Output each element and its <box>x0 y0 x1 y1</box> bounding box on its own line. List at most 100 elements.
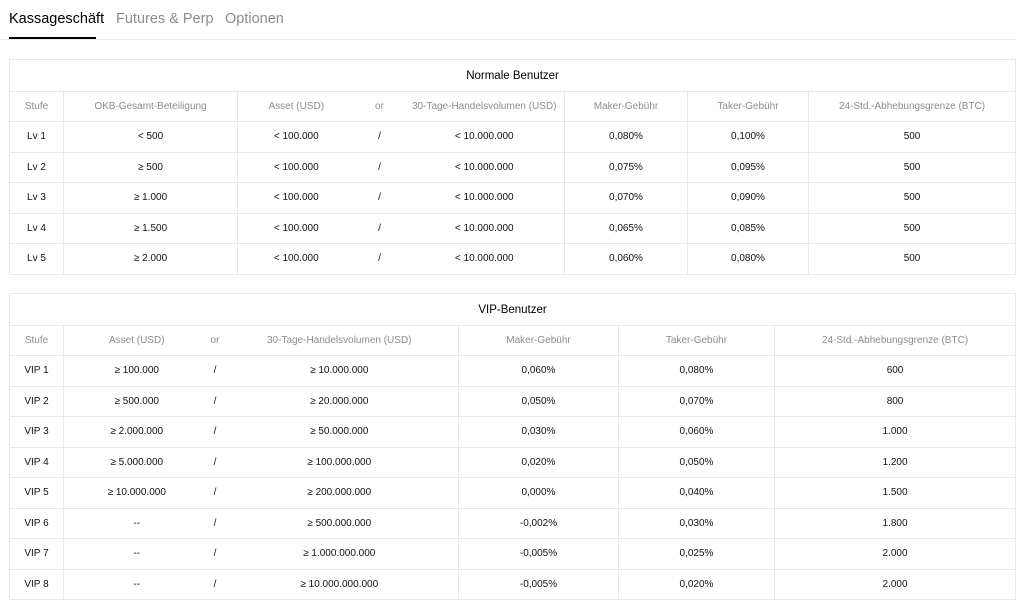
header-okb-holding: OKB-Gesamt-Beteiligung <box>63 91 238 122</box>
volume-cell: ≥ 10.000.000.000 <box>220 569 459 600</box>
or-separator-cell: / <box>209 477 221 509</box>
vip-users-title: VIP-Benutzer <box>8 293 1017 326</box>
taker-fee-cell: 0,080% <box>687 243 809 275</box>
taker-fee-cell: 0,020% <box>618 569 775 600</box>
volume-cell: < 10.000.000 <box>404 152 565 183</box>
asset-cell: < 100.000 <box>237 121 355 153</box>
tier-cell: VIP 6 <box>9 508 64 539</box>
volume-cell: < 10.000.000 <box>404 121 565 153</box>
tier-cell: VIP 4 <box>9 447 64 478</box>
volume-cell: ≥ 50.000.000 <box>220 416 459 448</box>
header-taker-fee: Taker-Gebühr <box>618 325 775 356</box>
maker-fee-cell: 0,060% <box>458 355 619 387</box>
asset-cell: ≥ 5.000.000 <box>63 447 210 478</box>
volume-cell: ≥ 10.000.000 <box>220 355 459 387</box>
taker-fee-cell: 0,060% <box>618 416 775 448</box>
volume-cell: ≥ 1.000.000.000 <box>220 538 459 570</box>
table-row: Lv 2 ≥ 500 < 100.000/< 10.000.000 0,075% 0,0… <box>9 152 1017 183</box>
volume-cell: < 10.000.000 <box>404 182 565 214</box>
asset-cell: < 100.000 <box>237 182 355 214</box>
or-separator-cell: / <box>209 569 221 600</box>
or-separator-cell: / <box>354 243 405 275</box>
tier-cell: VIP 8 <box>9 569 64 600</box>
withdrawal-limit-cell: 1.200 <box>774 447 1017 478</box>
vip-users-header-row: Stufe Asset (USD) or 30-Tage-Handelsvolu… <box>9 325 1017 356</box>
table-row: VIP 5 ≥ 10.000.000/≥ 200.000.000 0,000% 0,0… <box>9 477 1017 509</box>
taker-fee-cell: 0,030% <box>618 508 775 539</box>
withdrawal-limit-cell: 500 <box>808 152 1017 183</box>
tab-optionen[interactable]: Optionen <box>225 10 284 32</box>
withdrawal-limit-cell: 500 <box>808 213 1017 244</box>
vip-users-fee-table: VIP-Benutzer Stufe Asset (USD) or 30-Tag… <box>8 293 1017 600</box>
withdrawal-limit-cell: 500 <box>808 182 1017 214</box>
table-row: Lv 4 ≥ 1.500 < 100.000/< 10.000.000 0,065% 0… <box>9 213 1017 244</box>
header-stufe: Stufe <box>9 325 64 356</box>
asset-cell: -- <box>63 508 210 539</box>
header-withdrawal-limit: 24-Std.-Abhebungsgrenze (BTC) <box>774 325 1017 356</box>
tier-cell: Lv 4 <box>9 213 64 244</box>
header-maker-fee: Maker-Gebühr <box>564 91 688 122</box>
volume-cell: ≥ 500.000.000 <box>220 508 459 539</box>
or-separator-cell: / <box>209 416 221 448</box>
volume-cell: ≥ 100.000.000 <box>220 447 459 478</box>
withdrawal-limit-cell: 1.500 <box>774 477 1017 509</box>
asset-cell: < 100.000 <box>237 243 355 275</box>
header-asset: Asset (USD) <box>63 325 210 356</box>
tier-cell: Lv 1 <box>9 121 64 153</box>
asset-cell: < 100.000 <box>237 213 355 244</box>
volume-cell: < 10.000.000 <box>404 213 565 244</box>
table-row: VIP 2 ≥ 500.000/≥ 20.000.000 0,050% 0,070% 8… <box>9 386 1017 417</box>
header-taker-fee: Taker-Gebühr <box>687 91 809 122</box>
tier-cell: VIP 3 <box>9 416 64 448</box>
header-stufe: Stufe <box>9 91 64 122</box>
asset-cell: ≥ 2.000.000 <box>63 416 210 448</box>
or-separator-cell: / <box>209 355 221 387</box>
table-row: VIP 1 ≥ 100.000/≥ 10.000.000 0,060% 0,080% 6… <box>9 355 1017 387</box>
withdrawal-limit-cell: 500 <box>808 121 1017 153</box>
normal-users-fee-table: Normale Benutzer Stufe OKB-Gesamt-Beteil… <box>8 59 1017 275</box>
okb-holding-cell: ≥ 500 <box>63 152 238 183</box>
table-row: VIP 3 ≥ 2.000.000/≥ 50.000.000 0,030% 0,060… <box>9 416 1017 448</box>
maker-fee-cell: -0,002% <box>458 508 619 539</box>
table-row: VIP 7 -- / ≥ 1.000.000.000 -0,005% 0,025% 2.00… <box>9 538 1017 570</box>
normal-users-header-row: Stufe OKB-Gesamt-Beteiligung Asset (USD)… <box>9 91 1017 122</box>
maker-fee-cell: 0,075% <box>564 152 688 183</box>
okb-holding-cell: ≥ 1.000 <box>63 182 238 214</box>
maker-fee-cell: 0,060% <box>564 243 688 275</box>
maker-fee-cell: -0,005% <box>458 569 619 600</box>
tier-cell: VIP 5 <box>9 477 64 509</box>
taker-fee-cell: 0,100% <box>687 121 809 153</box>
tier-cell: Lv 3 <box>9 182 64 214</box>
taker-fee-cell: 0,070% <box>618 386 775 417</box>
table-row: Lv 3 ≥ 1.000 < 100.000/< 10.000.000 0,070% 0… <box>9 182 1017 214</box>
taker-fee-cell: 0,050% <box>618 447 775 478</box>
tier-cell: VIP 2 <box>9 386 64 417</box>
or-separator-cell: / <box>354 213 405 244</box>
withdrawal-limit-cell: 2.000 <box>774 538 1017 570</box>
asset-cell: ≥ 100.000 <box>63 355 210 387</box>
table-row: Lv 1 < 500 < 100.000/< 10.000.000 0,080% 0,1… <box>9 121 1017 153</box>
header-trading-volume: 30-Tage-Handelsvolumen (USD) <box>220 325 459 356</box>
or-separator-cell: / <box>209 508 221 539</box>
okb-holding-cell: < 500 <box>63 121 238 153</box>
or-separator-cell: / <box>209 538 221 570</box>
maker-fee-cell: 0,050% <box>458 386 619 417</box>
maker-fee-cell: 0,065% <box>564 213 688 244</box>
taker-fee-cell: 0,090% <box>687 182 809 214</box>
tab-kassageschaeft[interactable]: Kassageschäft <box>9 10 104 32</box>
maker-fee-cell: 0,030% <box>458 416 619 448</box>
tab-futures-perp[interactable]: Futures & Perp <box>116 10 214 32</box>
okb-holding-cell: ≥ 1.500 <box>63 213 238 244</box>
header-or: or <box>354 91 405 122</box>
active-tab-indicator <box>9 37 96 39</box>
header-withdrawal-limit: 24-Std.-Abhebungsgrenze (BTC) <box>808 91 1017 122</box>
volume-cell: ≥ 200.000.000 <box>220 477 459 509</box>
header-or: or <box>209 325 221 356</box>
taker-fee-cell: 0,080% <box>618 355 775 387</box>
table-row: VIP 6 -- / ≥ 500.000.000 -0,002% 0,030% 1.800 <box>9 508 1017 539</box>
tier-cell: VIP 7 <box>9 538 64 570</box>
taker-fee-cell: 0,085% <box>687 213 809 244</box>
tab-bar: Kassageschäft Futures & Perp Optionen <box>0 0 1016 40</box>
taker-fee-cell: 0,025% <box>618 538 775 570</box>
asset-cell: ≥ 10.000.000 <box>63 477 210 509</box>
